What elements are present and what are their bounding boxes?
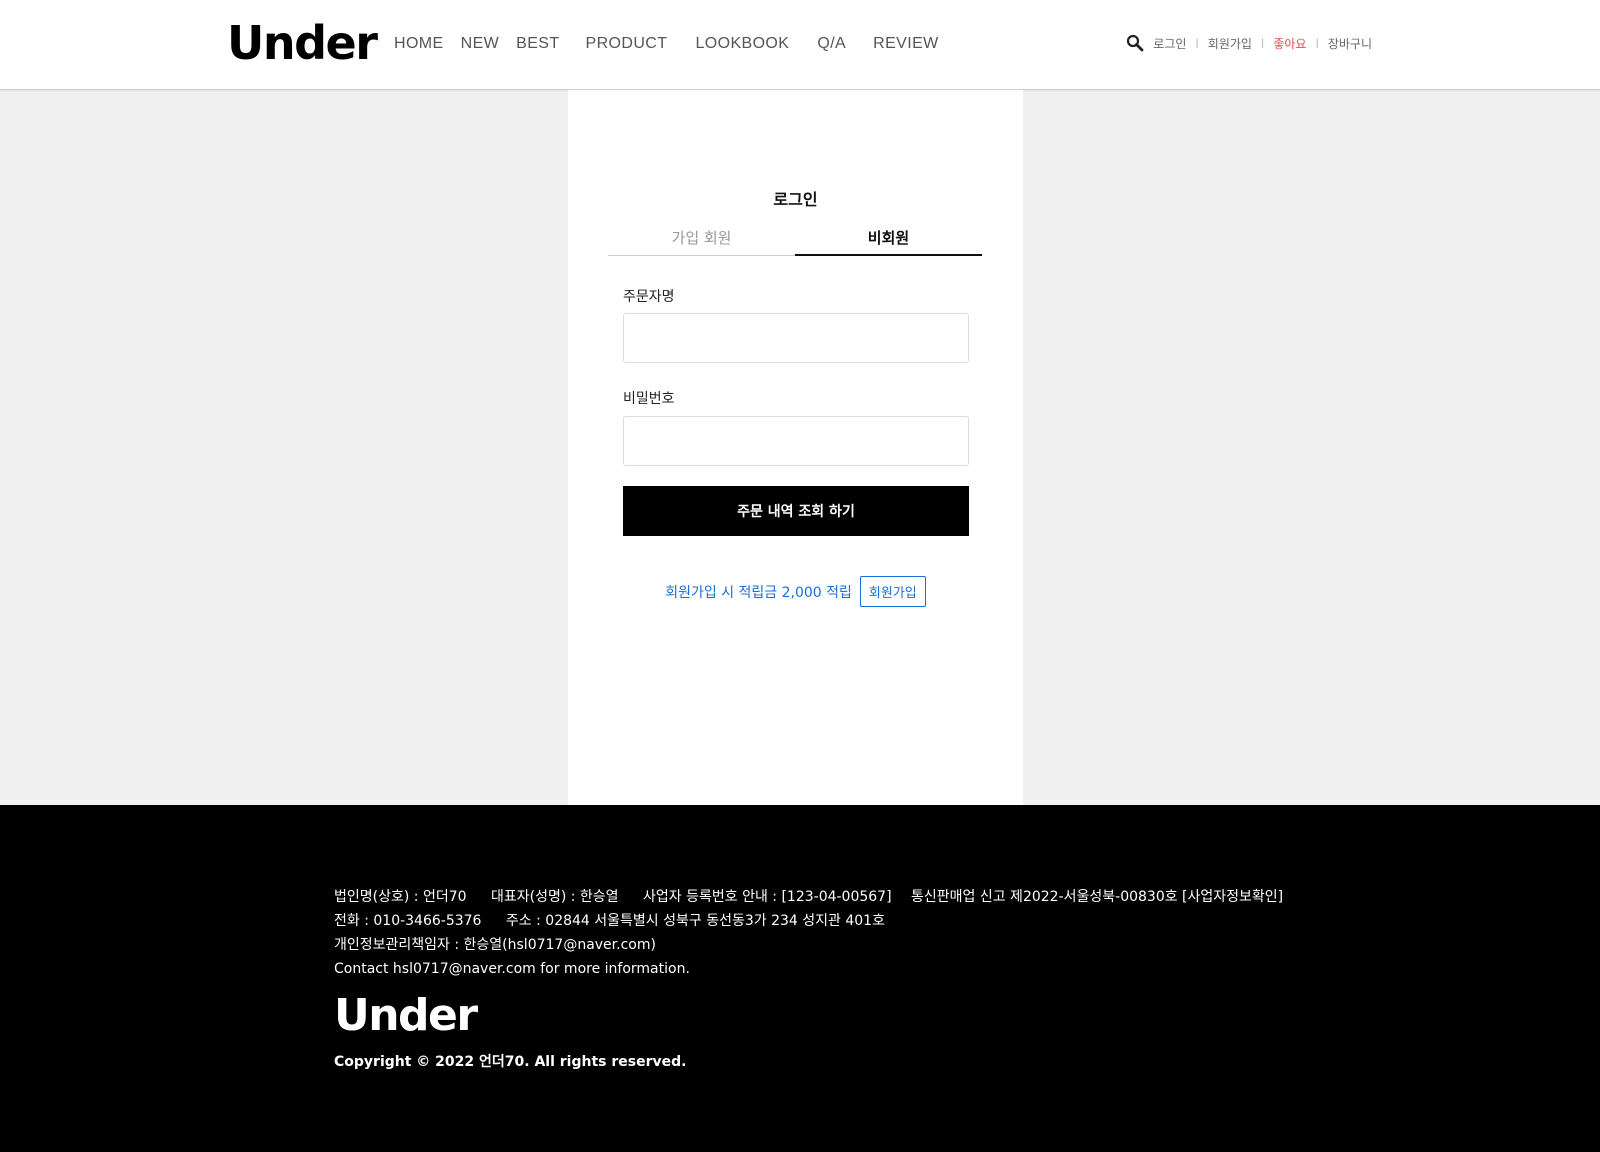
nav-qa[interactable]: Q/A — [817, 33, 846, 55]
password-input[interactable] — [623, 416, 969, 466]
business-number: 사업자 등록번호 안내 : [123-04-00567] — [643, 889, 892, 905]
ceo-name: 대표자(성명) : 한승열 — [490, 889, 619, 905]
order-name-label: 주문자명 — [623, 289, 675, 305]
password-label: 비밀번호 — [623, 391, 675, 407]
nav-lookbook[interactable]: LOOKBOOK — [695, 33, 789, 55]
utility-menu: 로그인 | 회원가입 | 좋아요 | 장바구니 — [1126, 34, 1372, 52]
like-link[interactable]: 좋아요 — [1273, 35, 1306, 52]
company-info: 법인명(상호) : 언더70 대표자(성명) : 한승열 사업자 등록번호 안내… — [334, 885, 912, 981]
mail-order-registration[interactable]: 통신판매업 신고 제2022-서울성북-00830호 [사업자정보확인] — [911, 885, 1283, 909]
footer-logo: Under — [334, 990, 478, 1041]
signup-link[interactable]: 회원가입 — [1208, 35, 1252, 52]
search-icon[interactable] — [1126, 34, 1144, 52]
phone: 전화 : 010-3466-5376 — [334, 913, 482, 929]
promo-text: 회원가입 시 적립금 2,000 적립 — [665, 584, 852, 601]
tab-member[interactable]: 가입 회원 — [608, 228, 795, 255]
address: 주소 : 02844 서울특별시 성북구 동선동3가 234 성지관 401호 — [505, 913, 885, 929]
order-name-input[interactable] — [623, 313, 969, 363]
nav-review[interactable]: REVIEW — [873, 33, 939, 55]
separator: | — [1315, 37, 1319, 49]
nav-product[interactable]: PRODUCT — [586, 33, 668, 55]
site-header: Under HOME NEW BEST PRODUCT LOOKBOOK Q/A… — [0, 0, 1600, 90]
company-name: 법인명(상호) : 언더70 — [334, 889, 467, 905]
cart-link[interactable]: 장바구니 — [1328, 35, 1372, 52]
main-nav: HOME NEW BEST PRODUCT LOOKBOOK Q/A REVIE… — [394, 33, 939, 55]
copyright: Copyright © 2022 언더70. All rights reserv… — [334, 1054, 687, 1070]
login-tabs: 가입 회원 비회원 — [608, 228, 982, 256]
site-footer: 법인명(상호) : 언더70 대표자(성명) : 한승열 사업자 등록번호 안내… — [0, 805, 1600, 1152]
login-link[interactable]: 로그인 — [1153, 35, 1186, 52]
site-logo[interactable]: Under — [227, 14, 378, 72]
privacy-officer: 개인정보관리책임자 : 한승열(hsl0717@naver.com) — [334, 937, 656, 953]
nav-best[interactable]: BEST — [516, 33, 559, 55]
signup-promo: 회원가입 시 적립금 2,000 적립 회원가입 — [568, 576, 1023, 607]
login-panel: 로그인 가입 회원 비회원 주문자명 비밀번호 주문 내역 조회 하기 회원가입… — [568, 90, 1023, 805]
separator: | — [1260, 37, 1265, 49]
promo-signup-button[interactable]: 회원가입 — [859, 576, 926, 607]
nav-new[interactable]: NEW — [461, 33, 500, 55]
separator: | — [1195, 37, 1199, 49]
order-lookup-button[interactable]: 주문 내역 조회 하기 — [623, 486, 969, 536]
contact-info: Contact hsl0717@naver.com for more infor… — [334, 961, 690, 977]
nav-home[interactable]: HOME — [394, 33, 444, 55]
tab-guest[interactable]: 비회원 — [795, 228, 982, 256]
page-title: 로그인 — [773, 190, 818, 209]
